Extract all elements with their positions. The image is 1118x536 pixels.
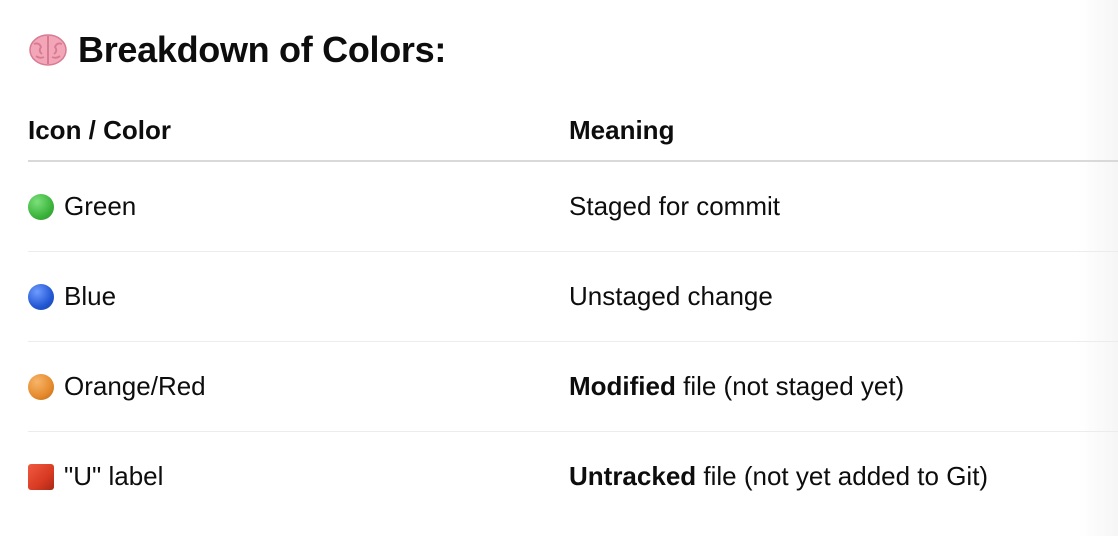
color-label: "U" label [64, 461, 164, 491]
table-row: Blue Unstaged change [28, 251, 1118, 342]
meaning-cell: Staged for commit [569, 161, 1118, 252]
icon-color-cell: Green [28, 161, 569, 252]
icon-color-cell: Orange/Red [28, 341, 569, 432]
table-row: "U" label Untracked file (not yet added … [28, 432, 1118, 522]
blue-circle-icon [28, 283, 54, 310]
meaning-cell: Unstaged change [569, 251, 1118, 342]
icon-color-cell: "U" label [28, 432, 569, 522]
meaning-cell: Untracked file (not yet added to Git) [569, 432, 1118, 522]
table-row: Green Staged for commit [28, 161, 1118, 252]
table-row: Orange/Red Modified file (not staged yet… [28, 341, 1118, 432]
table-header-row: Icon / Color Meaning [28, 100, 1118, 162]
section-title: Breakdown of Colors: [78, 29, 447, 70]
meaning-text: file (not yet added to Git) [696, 461, 989, 491]
meaning-text: file (not staged yet) [675, 371, 905, 401]
color-label: Orange/Red [64, 371, 206, 401]
meaning-emphasis: Modified [569, 371, 676, 401]
orange-circle-icon [28, 373, 54, 400]
color-label: Blue [64, 281, 117, 311]
meaning-text: Unstaged change [569, 281, 773, 311]
meaning-text: Staged for commit [569, 191, 780, 221]
green-circle-icon [28, 193, 54, 220]
icon-color-cell: Blue [28, 251, 569, 342]
color-legend-table: Icon / Color Meaning Green Staged for co… [28, 100, 1118, 521]
color-label: Green [64, 191, 137, 221]
brain-icon [28, 32, 68, 68]
column-header-icon-color: Icon / Color [28, 100, 569, 162]
meaning-cell: Modified file (not staged yet) [569, 341, 1118, 432]
section-heading: Breakdown of Colors: [28, 26, 446, 74]
meaning-emphasis: Untracked [569, 461, 697, 491]
red-square-icon [28, 463, 54, 490]
column-header-meaning: Meaning [569, 100, 1118, 162]
